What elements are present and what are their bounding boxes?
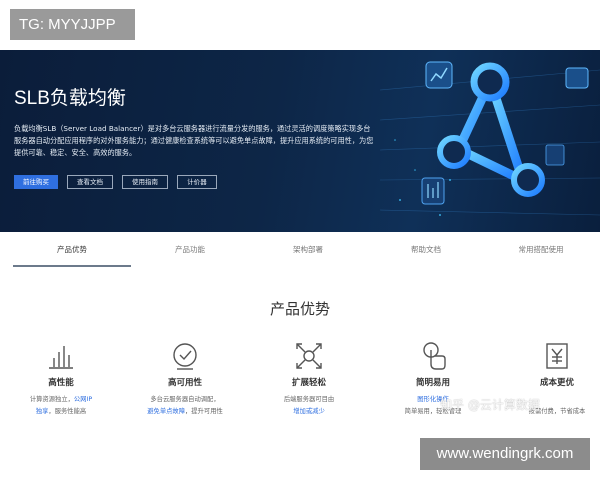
section-title: 产品优势 [269,300,330,318]
feature-easy-scaling: 扩展轻松 后端服务器可目由 增加或减少 [254,340,364,418]
hero-title: SLB负载均衡 [14,88,126,109]
feature-title: 扩展轻松 [291,378,326,388]
hero-description: 负载均衡SLB（Server Load Balancer）是对多台云服务器进行流… [14,124,374,157]
pricing-calculator-button[interactable]: 计价器 [177,175,217,189]
feature-high-availability: 高可用性 多台云服务器自动调配， 避免单点故障，提升可用性 [130,340,240,418]
load-balancer-illustration [380,61,600,216]
site-watermark: www.wendingrk.com [420,438,590,470]
feature-high-performance: 高性能 计算资源独立，公网IP 独享，服务性能高 [6,340,116,418]
yen-document-icon [546,343,568,369]
feature-title: 高可用性 [167,378,202,388]
bar-chart-icon [49,346,73,369]
tab-common-combos[interactable]: 常用搭配使用 [485,232,597,268]
feature-description: 多台云服务器自动调配， 避免单点故障，提升可用性 [147,396,223,415]
touch-click-icon [423,342,446,370]
hero-banner: SLB负载均衡 负载均衡SLB（Server Load Balancer）是对多… [0,50,600,232]
view-docs-button[interactable]: 查看文档 [67,175,113,189]
feature-description: 计算资源独立，公网IP 独享，服务性能高 [29,396,93,415]
zhihu-watermark: 知乎 @云计算数据 [440,398,540,412]
product-tabs: 产品优势 产品功能 架构部署 帮助文档 常用搭配使用 [0,232,600,268]
expand-arrows-icon [296,343,322,369]
hero-button-group: 前往购买 查看文档 使用指南 计价器 [14,175,217,189]
tab-product-features[interactable]: 产品功能 [131,232,249,268]
tab-architecture[interactable]: 架构部署 [249,232,367,268]
tab-help-docs[interactable]: 帮助文档 [367,232,485,268]
feature-title: 高性能 [48,378,74,388]
shield-check-icon [173,343,197,370]
feature-title: 成本更优 [539,378,574,388]
buy-now-button[interactable]: 前往购买 [14,175,58,189]
tg-tag-label: TG: MYYJJPP [10,9,135,40]
user-guide-button[interactable]: 使用指南 [122,175,168,189]
feature-description: 后端服务器可目由 增加或减少 [283,396,335,415]
feature-title: 简明易用 [415,378,450,388]
active-tab-indicator [13,265,131,267]
tab-product-advantages[interactable]: 产品优势 [13,232,131,268]
